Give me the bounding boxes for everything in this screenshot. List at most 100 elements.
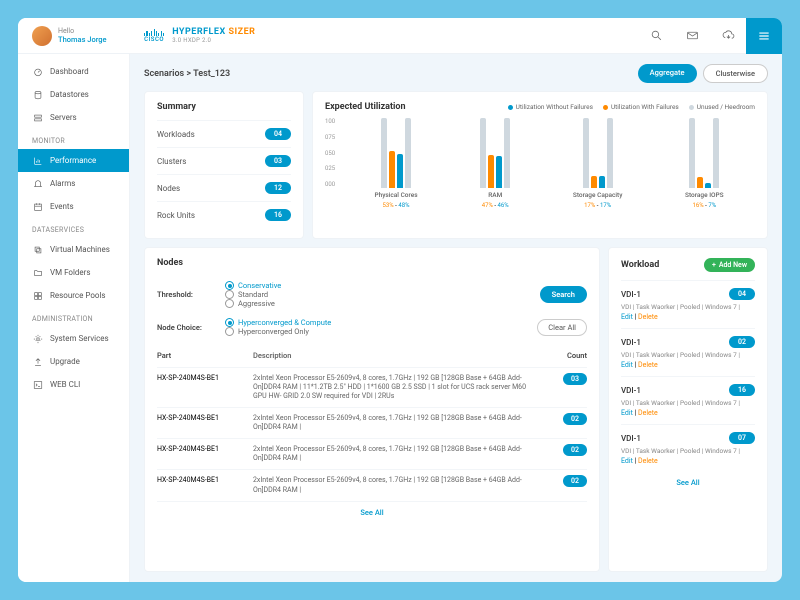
summary-badge: 04 [265, 128, 291, 140]
utilization-chart: 100075050025000 Physical Cores 53% - 48%… [325, 118, 755, 209]
nav-dashboard[interactable]: Dashboard [18, 60, 129, 83]
workload-badge: 07 [729, 432, 755, 444]
count-badge: 02 [563, 444, 587, 456]
workload-badge: 04 [729, 288, 755, 300]
user-name: Thomas Jorge [58, 35, 107, 44]
plus-icon: + [712, 261, 716, 269]
top-actions [638, 18, 782, 54]
utilization-card: Expected Utilization Utilization Without… [312, 91, 768, 239]
workload-see-all[interactable]: See All [621, 472, 755, 493]
count-badge: 02 [563, 413, 587, 425]
count-badge: 02 [563, 475, 587, 487]
search-button[interactable]: Search [540, 286, 587, 303]
nav-systemservices[interactable]: System Services [18, 327, 129, 350]
app-window: Hello Thomas Jorge CISCO HYPERFLEX SIZER… [18, 18, 782, 582]
summary-card: Summary Workloads04Clusters03Nodes12Rock… [144, 91, 304, 239]
bell-icon [32, 178, 43, 189]
edit-link[interactable]: Edit [621, 457, 633, 465]
nav-vms[interactable]: Virtual Machines [18, 238, 129, 261]
threshold-label: Threshold: [157, 290, 217, 299]
nav-webcli[interactable]: WEB CLI [18, 373, 129, 396]
gauge-icon [32, 66, 43, 77]
nodes-table: Part Description Count HX-SP-240M4S-BE1 … [157, 345, 587, 561]
bar-without-failures [705, 183, 711, 188]
add-workload-button[interactable]: +Add New [704, 258, 755, 272]
terminal-icon [32, 379, 43, 390]
chart-icon [32, 155, 43, 166]
calendar-icon [32, 201, 43, 212]
chart-legend: Utilization Without Failures Utilization… [508, 103, 755, 111]
utilization-title: Expected Utilization [325, 102, 406, 112]
nav-performance[interactable]: Performance [18, 149, 129, 172]
bar-with-failures [389, 151, 395, 188]
summary-row: Workloads04 [157, 120, 291, 147]
delete-link[interactable]: Delete [638, 409, 658, 417]
nodes-title: Nodes [157, 258, 587, 268]
menu-button[interactable] [746, 18, 782, 54]
bar-without-failures [397, 154, 403, 188]
workload-item: VDI-104 VDI | Task Waorker | Pooled | Wi… [621, 280, 755, 328]
bar-without-failures [496, 156, 502, 188]
download-icon[interactable] [710, 18, 746, 54]
nodes-see-all[interactable]: See All [157, 502, 587, 523]
nav-vmfolders[interactable]: VM Folders [18, 261, 129, 284]
upload-icon [32, 356, 43, 367]
nav-header-admin: ADMINISTRATION [18, 307, 129, 327]
nav-events[interactable]: Events [18, 195, 129, 218]
summary-badge: 16 [265, 209, 291, 221]
bar-with-failures [488, 155, 494, 188]
edit-link[interactable]: Edit [621, 361, 633, 369]
workload-item: VDI-116 VDI | Task Waorker | Pooled | Wi… [621, 376, 755, 424]
summary-title: Summary [157, 102, 291, 112]
user-greeting: Hello [58, 27, 107, 35]
workload-item: VDI-102 VDI | Task Waorker | Pooled | Wi… [621, 328, 755, 376]
nav-resourcepools[interactable]: Resource Pools [18, 284, 129, 307]
database-icon [32, 89, 43, 100]
nav-datastores[interactable]: Datastores [18, 83, 129, 106]
bar-group: Storage Capacity 17% - 17% [573, 118, 622, 209]
workload-badge: 16 [729, 384, 755, 396]
clear-button[interactable]: Clear All [537, 319, 587, 336]
node-row: HX-SP-240M4S-BE1 2xIntel Xeon Processor … [157, 368, 587, 408]
delete-link[interactable]: Delete [638, 313, 658, 321]
radio-threshold-standard[interactable]: Standard [225, 290, 281, 299]
nav-upgrade[interactable]: Upgrade [18, 350, 129, 373]
cisco-logo: CISCO [144, 29, 164, 43]
avatar [32, 26, 52, 46]
gear-icon [32, 333, 43, 344]
node-row: HX-SP-240M4S-BE1 2xIntel Xeon Processor … [157, 470, 587, 501]
node-row: HX-SP-240M4S-BE1 2xIntel Xeon Processor … [157, 439, 587, 470]
radio-threshold-conservative[interactable]: Conservative [225, 281, 281, 290]
mail-icon[interactable] [674, 18, 710, 54]
search-icon[interactable] [638, 18, 674, 54]
nav-alarms[interactable]: Alarms [18, 172, 129, 195]
bar-with-failures [591, 176, 597, 188]
summary-row: Nodes12 [157, 174, 291, 201]
radio-choice-0[interactable]: Hyperconverged & Compute [225, 318, 331, 327]
radio-threshold-aggressive[interactable]: Aggressive [225, 299, 281, 308]
summary-row: Rock Units16 [157, 201, 291, 228]
edit-link[interactable]: Edit [621, 313, 633, 321]
nav-header-monitor: MONITOR [18, 129, 129, 149]
topbar: Hello Thomas Jorge CISCO HYPERFLEX SIZER… [18, 18, 782, 54]
summary-row: Clusters03 [157, 147, 291, 174]
delete-link[interactable]: Delete [638, 457, 658, 465]
workload-title: Workload [621, 260, 659, 270]
workload-card: Workload +Add New VDI-104 VDI | Task Wao… [608, 247, 768, 572]
radio-choice-1[interactable]: Hyperconverged Only [225, 327, 331, 336]
bar-group: RAM 47% - 46% [480, 118, 510, 209]
pill-aggregate[interactable]: Aggregate [638, 64, 697, 83]
breadcrumb: Scenarios > Test_123 [144, 69, 230, 79]
grid-icon [32, 290, 43, 301]
server-icon [32, 112, 43, 123]
summary-badge: 03 [265, 155, 291, 167]
summary-badge: 12 [265, 182, 291, 194]
page-header: Scenarios > Test_123 Aggregate Clusterwi… [144, 64, 768, 83]
user-section[interactable]: Hello Thomas Jorge [18, 26, 130, 46]
edit-link[interactable]: Edit [621, 409, 633, 417]
workload-item: VDI-107 VDI | Task Waorker | Pooled | Wi… [621, 424, 755, 472]
nav-header-dataservices: DATASERVICES [18, 218, 129, 238]
nav-servers[interactable]: Servers [18, 106, 129, 129]
pill-clusterwise[interactable]: Clusterwise [703, 64, 768, 83]
delete-link[interactable]: Delete [638, 361, 658, 369]
